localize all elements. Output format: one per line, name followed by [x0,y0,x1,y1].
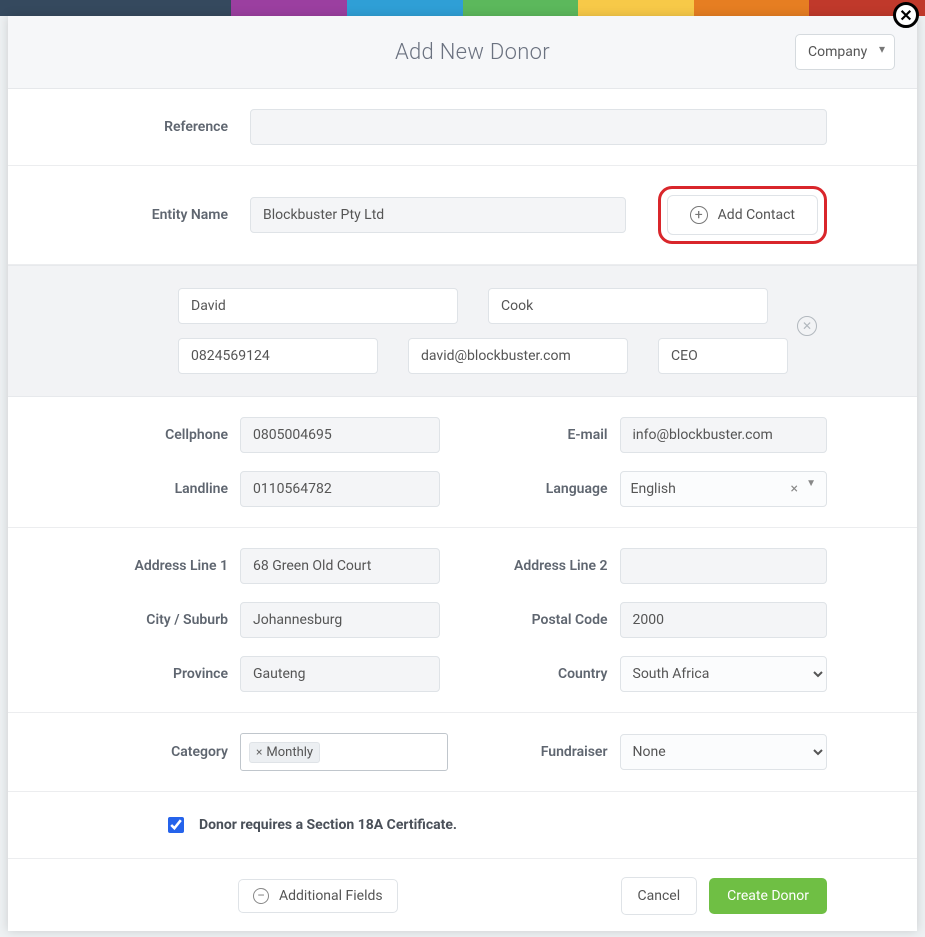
cellphone-label: Cellphone [98,427,228,443]
add-contact-highlight: + Add Contact [658,186,827,244]
postal-label: Postal Code [478,612,608,628]
add-contact-label: Add Contact [718,207,795,223]
modal-footer: − Additional Fields Cancel Create Donor [8,859,917,931]
remove-contact-icon[interactable]: ✕ [797,316,817,336]
address1-label: Address Line 1 [98,558,228,574]
section-18a-row: Donor requires a Section 18A Certificate… [8,792,917,859]
language-clear-icon[interactable]: × [791,481,798,497]
modal-body: Reference Entity Name + Add Contact [8,89,917,931]
contact-title-input[interactable] [658,338,788,374]
country-select[interactable]: South Africa [620,656,828,692]
modal-header: Add New Donor Company [8,16,917,89]
reference-label: Reference [98,119,228,135]
contact-block: ✕ [8,265,917,397]
additional-fields-label: Additional Fields [279,888,383,904]
country-label: Country [478,666,608,682]
province-label: Province [98,666,228,682]
top-accent-bar [0,0,925,16]
landline-input[interactable] [240,471,440,507]
fundraiser-select[interactable]: None [620,734,828,770]
create-donor-button[interactable]: Create Donor [709,878,827,914]
contact-mobile-input[interactable] [178,338,378,374]
plus-circle-icon: + [690,206,708,224]
email-input[interactable] [620,417,828,453]
cellphone-input[interactable] [240,417,440,453]
contact-last-name-input[interactable] [488,288,768,324]
address2-input[interactable] [620,548,828,584]
tag-remove-icon[interactable]: × [256,745,262,759]
language-label: Language [478,481,608,497]
city-label: City / Suburb [98,612,228,628]
section-18a-checkbox[interactable] [168,817,184,833]
category-tag[interactable]: × Monthly [249,742,320,763]
category-tag-input[interactable]: × Monthly [240,733,448,771]
language-value: English [631,481,676,497]
minus-circle-icon: − [253,888,269,904]
address1-input[interactable] [240,548,440,584]
add-contact-button[interactable]: + Add Contact [667,195,818,235]
modal-title: Add New Donor [150,40,795,65]
additional-fields-button[interactable]: − Additional Fields [238,879,398,913]
city-input[interactable] [240,602,440,638]
donor-type-select[interactable]: Company [795,34,895,70]
language-select[interactable]: English × ▼ [620,471,828,507]
email-label: E-mail [478,427,608,443]
category-label: Category [98,744,228,760]
entity-name-input[interactable] [250,197,626,233]
contact-email-input[interactable] [408,338,628,374]
cancel-button[interactable]: Cancel [621,877,698,915]
close-icon[interactable]: ✕ [893,2,919,28]
reference-input[interactable] [250,109,827,145]
address2-label: Address Line 2 [478,558,608,574]
chevron-down-icon: ▼ [806,478,816,489]
tag-text: Monthly [266,745,313,760]
section-18a-label: Donor requires a Section 18A Certificate… [199,817,457,833]
landline-label: Landline [98,481,228,497]
add-donor-modal: Add New Donor Company Reference Entity N… [8,16,917,931]
fundraiser-label: Fundraiser [478,744,608,760]
postal-input[interactable] [620,602,828,638]
entity-name-label: Entity Name [98,207,228,223]
contact-first-name-input[interactable] [178,288,458,324]
province-input[interactable] [240,656,440,692]
